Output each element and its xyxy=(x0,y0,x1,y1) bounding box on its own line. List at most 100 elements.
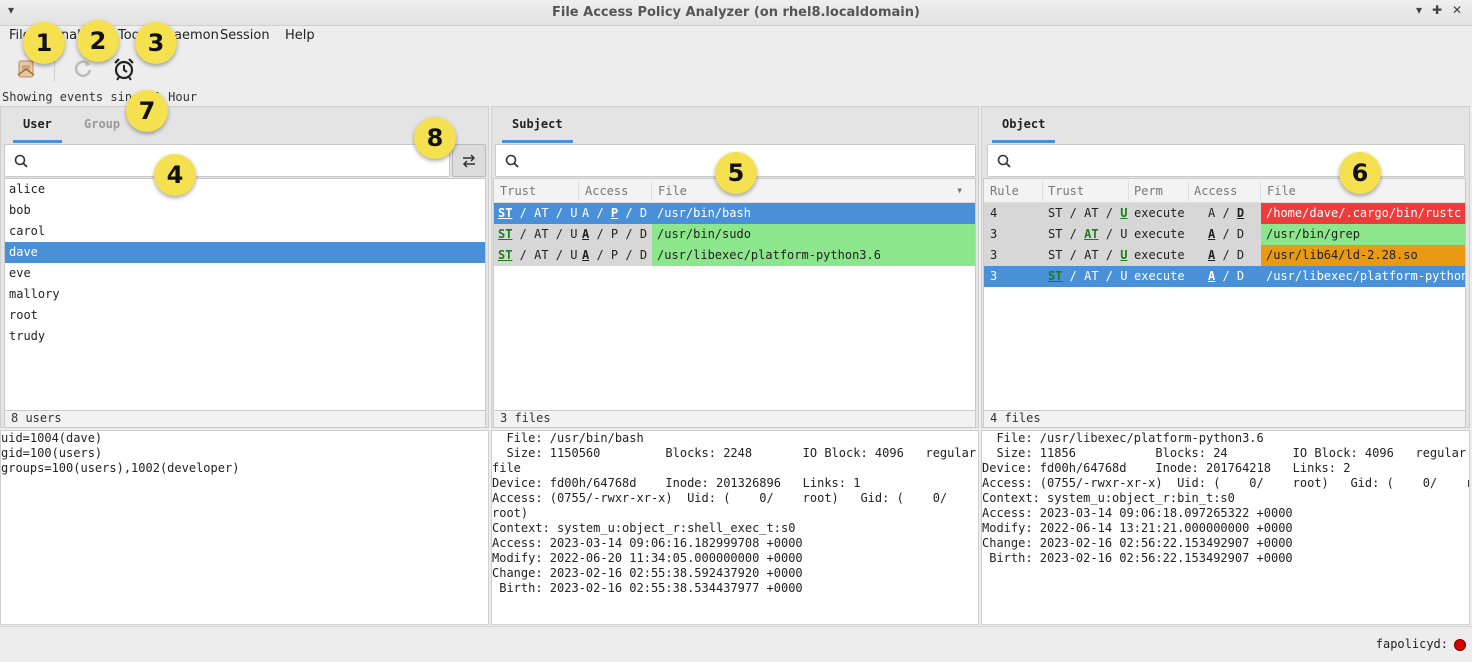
col-rule[interactable]: Rule xyxy=(990,184,1019,198)
close-icon[interactable]: ✕ xyxy=(1452,3,1462,17)
trust-rest: / AT / U xyxy=(512,227,578,241)
file-path: /usr/libexec/platform-python3.6 xyxy=(652,245,975,266)
list-item[interactable]: root xyxy=(5,305,485,326)
object-table-header: Rule Trust Perm Access File xyxy=(984,179,1465,203)
object-tabs: Object xyxy=(982,107,1469,143)
callout-badge: 5 xyxy=(715,152,757,194)
object-table: Rule Trust Perm Access File 4 ST / AT / … xyxy=(983,178,1466,411)
trust-st: ST xyxy=(498,227,513,241)
callout-badge: 1 xyxy=(23,22,65,64)
table-row[interactable]: ST / AT / U A / P / D /usr/libexec/platf… xyxy=(494,245,975,266)
user-list: alice bob carol dave eve mallory root tr… xyxy=(4,178,486,411)
subject-tabs: Subject xyxy=(492,107,978,143)
list-item[interactable]: bob xyxy=(5,200,485,221)
callout-badge: 8 xyxy=(414,117,456,159)
file-path: /usr/bin/bash xyxy=(657,206,751,220)
sort-desc-icon: ▾ xyxy=(956,183,964,197)
toolbar xyxy=(0,48,1472,90)
search-icon xyxy=(14,154,28,168)
table-row[interactable]: 4 ST / AT / U execute A / D /home/dave/.… xyxy=(984,203,1465,224)
callout-badge: 2 xyxy=(77,20,119,62)
col-file[interactable]: File xyxy=(1267,184,1296,198)
alarm-clock-icon xyxy=(114,58,134,81)
access-a: A xyxy=(582,206,590,220)
status-bar: fapolicyd: xyxy=(0,626,1472,662)
file-path: /usr/libexec/platform-python3 xyxy=(1266,269,1466,283)
list-item[interactable]: trudy xyxy=(5,326,485,347)
object-file-info: File: /usr/libexec/platform-python3.6 Si… xyxy=(981,430,1470,625)
col-perm[interactable]: Perm xyxy=(1134,184,1163,198)
menu-session[interactable]: Session xyxy=(220,28,270,43)
subject-count: 3 files xyxy=(493,411,976,428)
rule-number: 3 xyxy=(990,227,998,241)
access-d: D xyxy=(639,206,648,220)
tab-user[interactable]: User xyxy=(13,117,62,143)
list-item[interactable]: carol xyxy=(5,221,485,242)
rule-number: 3 xyxy=(990,248,998,262)
perm: execute xyxy=(1134,227,1185,241)
callout-badge: 4 xyxy=(154,154,196,196)
subject-table: Trust Access File ▾ ST / AT / U A / P / … xyxy=(493,178,976,411)
swap-arrows-icon xyxy=(462,153,476,168)
maximize-icon[interactable]: ✚ xyxy=(1432,3,1442,17)
list-item[interactable]: eve xyxy=(5,263,485,284)
list-item-selected[interactable]: dave xyxy=(5,242,485,263)
access-a: A xyxy=(582,227,590,241)
callout-badge: 7 xyxy=(126,90,168,132)
user-panel: User Group alice bob carol dave eve mall… xyxy=(0,106,489,428)
perm: execute xyxy=(1134,206,1185,220)
file-path: /usr/bin/grep xyxy=(1261,224,1465,245)
tab-object[interactable]: Object xyxy=(992,117,1056,143)
list-item[interactable]: mallory xyxy=(5,284,485,305)
tab-subject[interactable]: Subject xyxy=(502,117,573,143)
subject-file-info: File: /usr/bin/bash Size: 1150560 Blocks… xyxy=(491,430,979,625)
user-info: uid=1004(dave) gid=100(users) groups=100… xyxy=(0,430,489,625)
col-trust[interactable]: Trust xyxy=(500,184,536,198)
search-icon xyxy=(505,154,519,168)
table-row-selected[interactable]: 3 ST / AT / U execute A / D /usr/libexec… xyxy=(984,266,1465,287)
trust-st: ST xyxy=(498,206,513,220)
file-path: /usr/bin/sudo xyxy=(652,224,975,245)
title-bar: ▾ File Access Policy Analyzer (on rhel8.… xyxy=(0,0,1472,26)
col-file[interactable]: File xyxy=(658,184,687,198)
user-count: 8 users xyxy=(4,411,486,428)
swap-button[interactable] xyxy=(452,144,486,177)
perm: execute xyxy=(1134,248,1185,262)
access-d: D xyxy=(639,227,648,241)
object-search-input[interactable] xyxy=(987,144,1465,177)
col-access[interactable]: Access xyxy=(1194,184,1237,198)
access-a: A xyxy=(582,248,590,262)
rule-number: 3 xyxy=(990,269,998,283)
access-d: D xyxy=(639,248,648,262)
file-path: /home/dave/.cargo/bin/rustc xyxy=(1261,203,1465,224)
daemon-status-indicator-icon xyxy=(1454,639,1466,651)
menu-bar: File Analyze Tools Daemon Session Help xyxy=(0,26,1472,48)
list-item[interactable]: alice xyxy=(5,179,485,200)
access-p: P xyxy=(610,227,619,241)
daemon-status-label: fapolicyd: xyxy=(1375,637,1448,651)
access-p: P xyxy=(610,206,619,220)
object-panel: Object Rule Trust Perm Access File 4 ST … xyxy=(981,106,1470,428)
trust-st: ST xyxy=(498,248,513,262)
col-trust[interactable]: Trust xyxy=(1048,184,1084,198)
search-icon xyxy=(997,154,1011,168)
time-range-status: Showing events since 1 Hour xyxy=(2,90,198,104)
table-row[interactable]: ST / AT / U A / P / D /usr/bin/sudo xyxy=(494,224,975,245)
window-title: File Access Policy Analyzer (on rhel8.lo… xyxy=(552,5,920,20)
perm: execute xyxy=(1134,269,1185,283)
file-path: /usr/lib64/ld-2.28.so xyxy=(1261,245,1465,266)
user-search-input[interactable] xyxy=(4,144,450,177)
callout-badge: 3 xyxy=(135,22,177,64)
menu-help[interactable]: Help xyxy=(285,28,315,43)
object-count: 4 files xyxy=(983,411,1466,428)
table-row[interactable]: 3 ST / AT / U execute A / D /usr/lib64/l… xyxy=(984,245,1465,266)
tab-group[interactable]: Group xyxy=(74,117,130,143)
access-p: P xyxy=(610,248,619,262)
table-row[interactable]: 3 ST / AT / U execute A / D /usr/bin/gre… xyxy=(984,224,1465,245)
minimize-icon[interactable]: ▾ xyxy=(1416,3,1422,17)
rule-number: 4 xyxy=(990,206,998,220)
time-range-button[interactable] xyxy=(108,54,140,84)
col-access[interactable]: Access xyxy=(585,184,628,198)
trust-rest: / AT / U xyxy=(512,248,578,262)
table-row[interactable]: ST / AT / U A / P / D /usr/bin/bash xyxy=(494,203,975,224)
